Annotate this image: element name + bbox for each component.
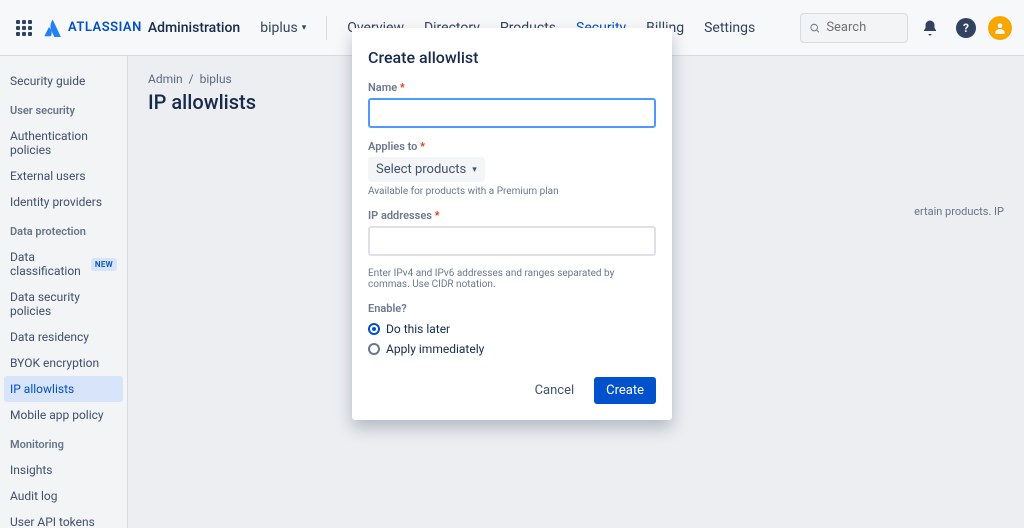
enable-radio-group: Do this later Apply immediately — [368, 319, 656, 359]
create-button[interactable]: Create — [594, 377, 656, 404]
applies-label: Applies to * — [368, 140, 656, 153]
enable-label: Enable? — [368, 302, 656, 315]
applies-select-value: Select products — [376, 162, 466, 177]
applies-help-text: Available for products with a Premium pl… — [368, 186, 656, 197]
modal-footer: Cancel Create — [368, 377, 656, 404]
ip-label: IP addresses * — [368, 209, 656, 222]
radio-checked-icon — [368, 323, 380, 335]
ip-addresses-input[interactable] — [368, 226, 656, 256]
radio-unchecked-icon — [368, 343, 380, 355]
radio-do-this-later[interactable]: Do this later — [368, 319, 656, 339]
name-label: Name * — [368, 81, 656, 94]
create-allowlist-modal: Create allowlist Name * Applies to * Sel… — [352, 28, 672, 420]
chevron-down-icon: ▾ — [472, 165, 477, 175]
name-input[interactable] — [368, 98, 656, 128]
radio-apply-immediately[interactable]: Apply immediately — [368, 339, 656, 359]
modal-title: Create allowlist — [368, 48, 656, 67]
cancel-button[interactable]: Cancel — [523, 377, 587, 404]
applies-select[interactable]: Select products ▾ — [368, 157, 485, 182]
ip-help-text: Enter IPv4 and IPv6 addresses and ranges… — [368, 268, 656, 290]
modal-overlay: Create allowlist Name * Applies to * Sel… — [0, 0, 1024, 528]
